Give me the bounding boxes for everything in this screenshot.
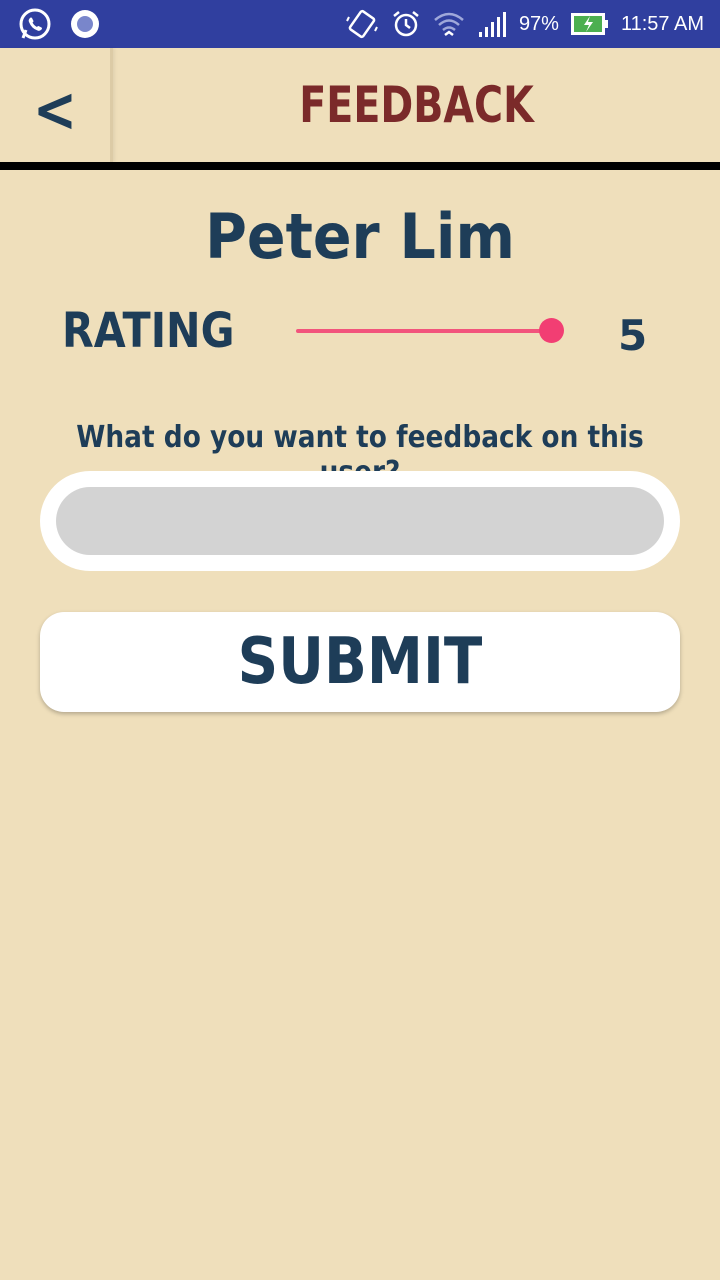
submit-button[interactable]: SUBMIT (40, 612, 680, 712)
vibrate-icon (346, 9, 378, 39)
back-arrow-icon: < (32, 73, 78, 146)
alarm-icon (393, 11, 419, 37)
app-header: < FEEDBACK (0, 48, 720, 162)
rating-label: RATING (62, 303, 235, 359)
feedback-input-container (40, 471, 680, 571)
page-title: FEEDBACK (299, 76, 534, 134)
feedback-input[interactable] (56, 487, 664, 555)
rating-slider[interactable] (296, 318, 566, 344)
header-divider (0, 162, 720, 170)
whatsapp-icon (19, 8, 51, 40)
user-name: Peter Lim (205, 200, 515, 273)
wifi-icon (434, 12, 464, 36)
rating-value: 5 (618, 311, 648, 360)
chat-bubble-icon (71, 10, 99, 38)
submit-label: SUBMIT (237, 625, 483, 699)
status-bar: 97% 11:57 AM (0, 0, 720, 48)
clock: 11:57 AM (620, 12, 704, 35)
slider-track (296, 329, 552, 333)
status-right-icons: 97% 11:57 AM (345, 0, 704, 48)
back-button[interactable]: < (0, 48, 113, 162)
signal-icon (478, 12, 506, 37)
battery-percent: 97% (518, 12, 559, 35)
slider-thumb[interactable] (539, 318, 564, 343)
battery-charging-icon (570, 13, 608, 35)
status-left-icons (18, 7, 102, 41)
